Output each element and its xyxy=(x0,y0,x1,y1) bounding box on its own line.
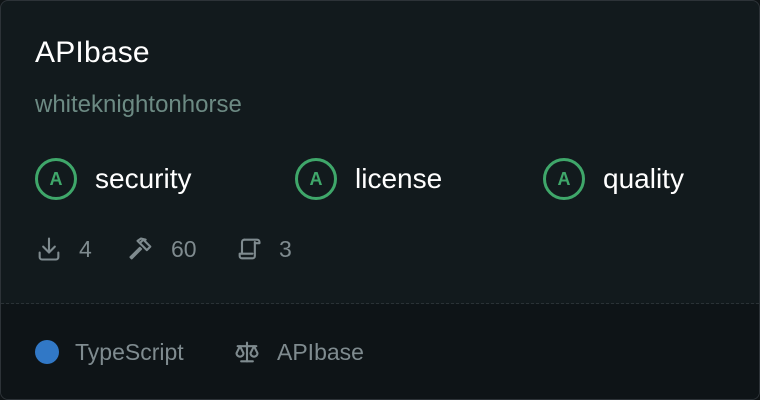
downloads-count: 4 xyxy=(79,235,92,262)
language-color-dot xyxy=(35,340,59,364)
download-icon xyxy=(38,237,60,261)
versions-count: 3 xyxy=(279,235,292,262)
security-grade-badge: A xyxy=(35,158,77,200)
versions-stat: 3 xyxy=(235,231,292,267)
package-card[interactable]: APIbase whiteknightonhorse A security A … xyxy=(0,0,760,400)
package-name[interactable]: APIbase xyxy=(35,35,150,71)
builds-stat: 60 xyxy=(127,231,197,267)
license-grade-badge: A xyxy=(295,158,337,200)
score-quality[interactable]: A quality xyxy=(543,155,684,203)
license-name[interactable]: APIbase xyxy=(277,339,364,366)
language-info: TypeScript xyxy=(35,336,184,368)
score-security[interactable]: A security xyxy=(35,155,191,203)
score-row: A security A license A quality xyxy=(35,155,735,203)
license-info[interactable]: APIbase xyxy=(233,336,364,368)
card-footer: TypeScript APIbase xyxy=(1,304,759,399)
security-score-label: security xyxy=(95,163,192,194)
package-owner[interactable]: whiteknightonhorse xyxy=(35,89,242,121)
scale-icon xyxy=(235,341,259,363)
quality-grade-badge: A xyxy=(543,158,585,200)
language-name: TypeScript xyxy=(75,338,184,365)
score-license[interactable]: A license xyxy=(295,155,442,203)
stats-row: 4 60 3 xyxy=(35,231,535,267)
quality-score-label: quality xyxy=(603,163,684,194)
builds-count: 60 xyxy=(171,235,197,262)
hammer-icon xyxy=(129,237,152,260)
card-header: APIbase whiteknightonhorse A security A … xyxy=(1,1,759,303)
license-score-label: license xyxy=(355,163,443,194)
downloads-stat: 4 xyxy=(35,231,92,267)
scroll-icon xyxy=(238,238,261,260)
